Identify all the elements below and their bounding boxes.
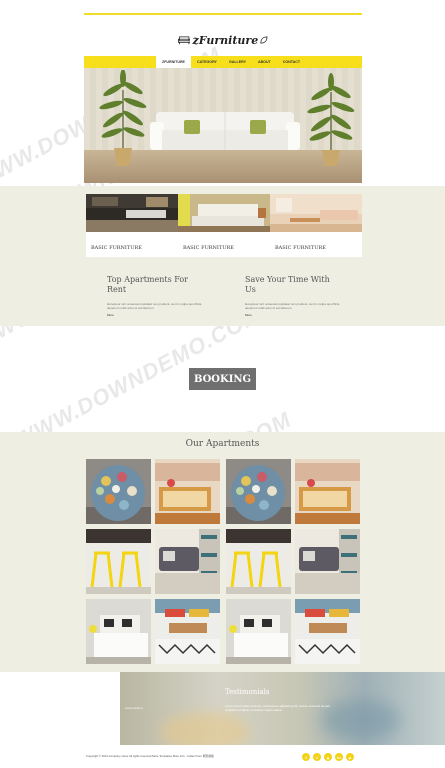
gallery-image-couch[interactable] (155, 529, 220, 594)
main-nav: zfurniture category gallery about contac… (84, 56, 362, 68)
footer-copyright: Copyright © 2014.Company name All rights… (86, 754, 214, 758)
feature-card[interactable]: BASIC FURNITURE (178, 194, 270, 257)
gallery-image-pouf[interactable] (226, 459, 291, 524)
linkedin-icon[interactable]: in (335, 753, 343, 761)
testimonials-section: Lorem Ipsum Testimonials Lorem ipsum dol… (120, 672, 445, 745)
gallery-image-bed[interactable] (86, 599, 151, 664)
nav-item-home[interactable]: zfurniture (156, 56, 191, 68)
info-column: Top Apartments For Rent Excepteur sint o… (107, 275, 202, 317)
gallery-image-rug[interactable] (155, 599, 220, 664)
gallery-image-rug[interactable] (295, 599, 360, 664)
testimonial-text: Lorem ipsum dolor sit amet, consectetur … (225, 704, 331, 712)
gallery-image-table[interactable] (295, 459, 360, 524)
testimonial-author: Lorem Ipsum (125, 706, 143, 710)
apartments-title: Our Apartments (185, 439, 260, 449)
gallery-image-pouf[interactable] (86, 459, 151, 524)
column-text: Excepteur sint occaecat cupidatat non pr… (245, 302, 340, 310)
nav-item-contact[interactable]: contact (277, 56, 306, 68)
googleplus-icon[interactable]: g (324, 753, 332, 761)
nav-item-about[interactable]: about (252, 56, 277, 68)
more-link[interactable]: More (245, 313, 340, 317)
column-title: Top Apartments For Rent (107, 275, 188, 294)
feature-card[interactable]: BASIC FURNITURE (270, 194, 362, 257)
gallery-image-stools[interactable] (226, 529, 291, 594)
hero-banner (84, 68, 362, 183)
nav-item-category[interactable]: category (191, 56, 223, 68)
sofa-image (150, 112, 300, 150)
twitter-icon[interactable]: t (313, 753, 321, 761)
plant-image (99, 70, 147, 166)
testimonials-title: Testimonials (225, 688, 270, 696)
site-logo[interactable]: zFurniture (178, 30, 268, 50)
feature-title: BASIC FURNITURE (91, 245, 142, 251)
feature-title: BASIC FURNITURE (275, 245, 326, 251)
gallery-image-stools[interactable] (86, 529, 151, 594)
info-column: Save Your Time With Us Excepteur sint oc… (245, 275, 340, 317)
pinterest-icon[interactable]: p (346, 753, 354, 761)
facebook-icon[interactable]: f (302, 753, 310, 761)
column-title: Save Your Time With Us (245, 275, 330, 294)
feature-title: BASIC FURNITURE (183, 245, 234, 251)
gallery-image-couch[interactable] (295, 529, 360, 594)
logo-text: zFurniture (192, 33, 259, 47)
gallery-image-table[interactable] (155, 459, 220, 524)
apartments-gallery (86, 459, 360, 665)
sofa-icon (178, 36, 191, 45)
livingroom-image (270, 194, 362, 232)
top-accent-line (84, 13, 362, 15)
booking-button[interactable]: BOOKING (189, 368, 256, 390)
plant-image (307, 73, 355, 166)
leaf-icon (260, 36, 268, 44)
more-link[interactable]: More (107, 313, 202, 317)
bedroom-image (178, 194, 270, 232)
column-text: Excepteur sint occaecat cupidatat non pr… (107, 302, 202, 310)
nav-item-gallery[interactable]: gallery (223, 56, 252, 68)
feature-card[interactable]: BASIC FURNITURE (86, 194, 178, 257)
kitchen-image (86, 194, 178, 232)
gallery-image-bed[interactable] (226, 599, 291, 664)
